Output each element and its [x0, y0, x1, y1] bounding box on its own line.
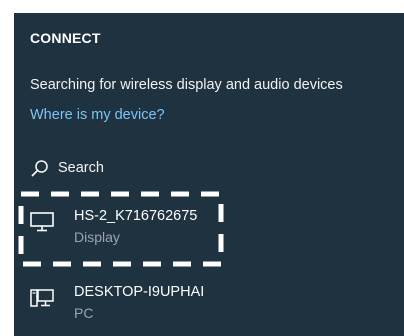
search-label: Search: [58, 160, 104, 176]
device-type: Display: [74, 229, 120, 245]
search-button[interactable]: Search: [30, 157, 104, 179]
pc-icon: [30, 289, 54, 307]
connect-panel: CONNECT Searching for wireless display a…: [14, 13, 404, 336]
screenshot-frame: CONNECT Searching for wireless display a…: [0, 0, 404, 336]
device-name: DESKTOP-I9UPHAI: [74, 284, 205, 300]
device-name: HS-2_K716762675: [74, 208, 198, 224]
device-item-pc[interactable]: DESKTOP-I9UPHAI PC: [24, 276, 244, 328]
panel-title: CONNECT: [30, 30, 101, 46]
where-is-my-device-link[interactable]: Where is my device?: [30, 107, 165, 123]
device-item-display[interactable]: HS-2_K716762675 Display: [24, 200, 244, 252]
status-text: Searching for wireless display and audio…: [30, 77, 343, 93]
search-icon: [31, 160, 48, 177]
device-type: PC: [74, 305, 94, 321]
monitor-icon: [30, 212, 54, 232]
